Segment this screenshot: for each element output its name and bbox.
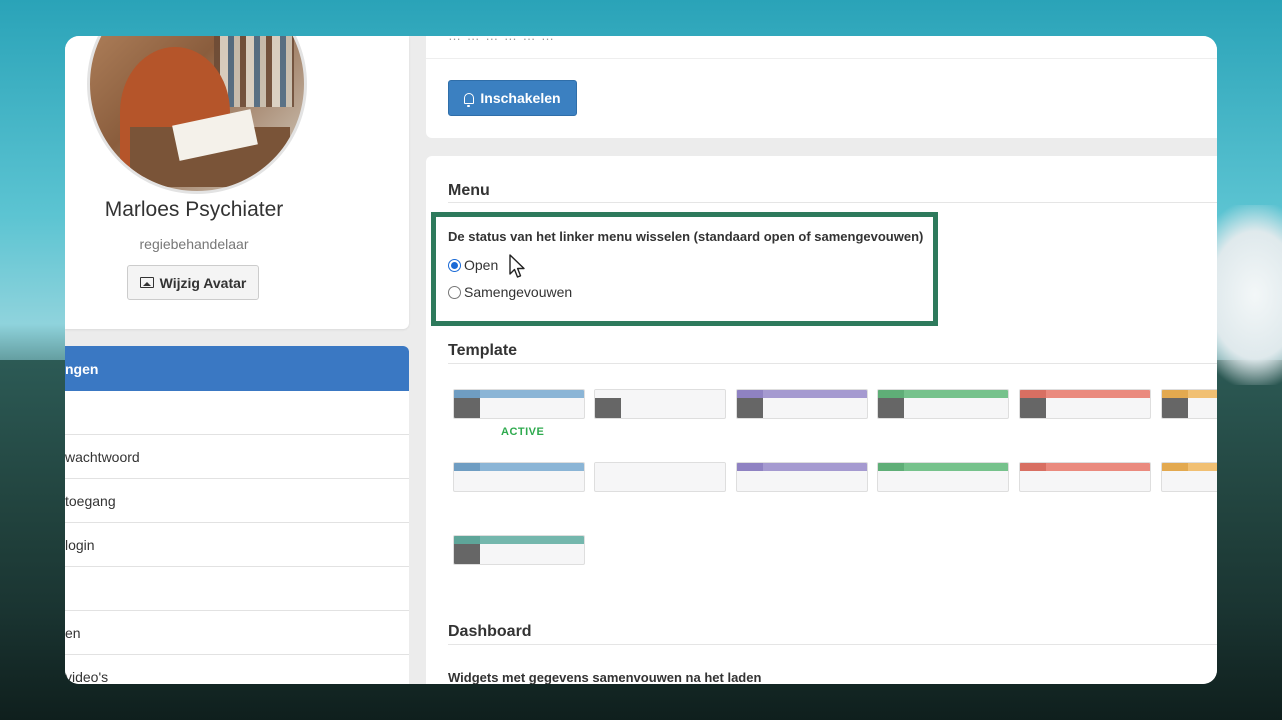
template-swatch-blue-light[interactable] (453, 462, 585, 492)
app-window: Marloes Psychiater regiebehandelaar Wijz… (65, 36, 1217, 684)
preferences-card: Menu De status van het linker menu wisse… (426, 156, 1217, 684)
template-swatch-green-light[interactable] (877, 462, 1009, 492)
avatar (87, 36, 307, 194)
change-avatar-button[interactable]: Wijzig Avatar (127, 265, 259, 300)
menu-item-label: video's (65, 668, 109, 685)
radio-option-collapsed[interactable]: Samengevouwen (448, 284, 572, 300)
radio-open[interactable] (448, 258, 461, 272)
menu-item-label: en (65, 624, 81, 641)
enable-button[interactable]: Inschakelen (448, 80, 577, 116)
menu-item-label: wachtwoord (65, 448, 140, 465)
divider (426, 58, 1217, 59)
menu-section-title: Menu (448, 182, 490, 199)
cropped-text: … … … … … … (448, 36, 555, 43)
notifications-card: … … … … … … Inschakelen (426, 36, 1217, 138)
menu-item-label: login (65, 536, 95, 553)
mouse-cursor-icon (509, 254, 525, 278)
template-swatch-white-light[interactable] (594, 462, 726, 492)
menu-item[interactable]: en (65, 611, 409, 655)
menu-item[interactable]: video's (65, 655, 409, 685)
template-swatch-yellow[interactable] (1161, 389, 1217, 419)
divider (448, 202, 1217, 203)
menu-item[interactable]: login (65, 523, 409, 567)
template-swatch-purple[interactable] (736, 389, 868, 419)
active-template-label: ACTIVE (501, 426, 545, 438)
template-swatch-teal[interactable] (453, 535, 585, 565)
menu-item[interactable]: wachtwoord (65, 435, 409, 479)
template-swatch-white[interactable] (594, 389, 726, 419)
bell-icon (464, 92, 475, 107)
radio-option-open[interactable]: Open (448, 257, 498, 273)
profile-role: regiebehandelaar (139, 236, 249, 252)
change-avatar-label: Wijzig Avatar (159, 274, 247, 291)
menu-item-label: toegang (65, 492, 116, 509)
template-swatch-red[interactable] (1019, 389, 1151, 419)
template-swatch-yellow-light[interactable] (1161, 462, 1217, 492)
template-swatch-green[interactable] (877, 389, 1009, 419)
radio-collapsed-label: Samengevouwen (464, 284, 573, 300)
template-swatch-blue[interactable] (453, 389, 585, 419)
profile-name: Marloes Psychiater (104, 198, 284, 221)
dashboard-collapse-widgets-label: Widgets met gegevens samenvouwen na het … (448, 670, 762, 684)
settings-menu: ngen wachtwoord toegang login en video's (65, 346, 409, 684)
template-swatch-purple-light[interactable] (736, 462, 868, 492)
menu-item-active[interactable]: ngen (65, 346, 409, 391)
template-swatch-red-light[interactable] (1019, 462, 1151, 492)
divider (448, 644, 1217, 645)
divider (448, 363, 1217, 364)
menu-item[interactable] (65, 567, 409, 611)
menu-item[interactable]: toegang (65, 479, 409, 523)
menu-item-label: ngen (65, 360, 99, 377)
menu-state-question: De status van het linker menu wisselen (… (448, 229, 924, 244)
dashboard-section-title: Dashboard (448, 623, 532, 640)
image-icon (139, 277, 154, 288)
menu-item[interactable] (65, 391, 409, 435)
profile-card: Marloes Psychiater regiebehandelaar Wijz… (65, 36, 409, 329)
template-section-title: Template (448, 342, 518, 359)
radio-open-label: Open (464, 257, 499, 273)
enable-button-label: Inschakelen (480, 90, 561, 106)
radio-collapsed[interactable] (448, 285, 461, 299)
